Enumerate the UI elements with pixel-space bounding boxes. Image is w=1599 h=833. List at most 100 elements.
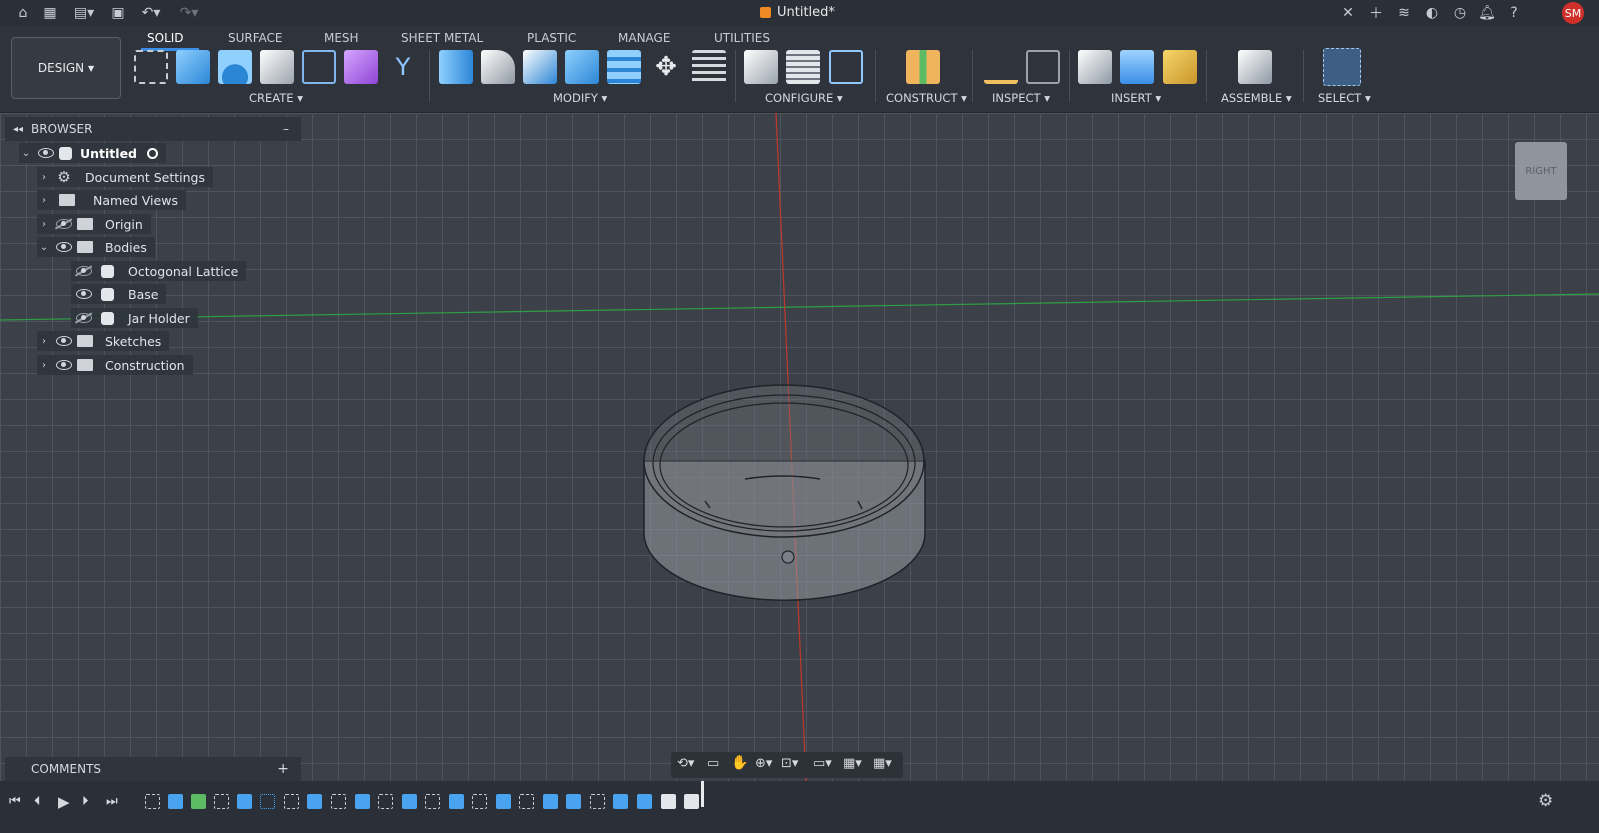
data-panel-icon[interactable]: ≋: [1394, 3, 1414, 23]
browser-item-octogonal-lattice[interactable]: Octogonal Lattice: [71, 261, 247, 281]
timeline-extrude-feature[interactable]: [168, 794, 183, 809]
close-tab-icon[interactable]: ✕: [1338, 3, 1358, 23]
pattern-icon[interactable]: [302, 50, 336, 84]
timeline-extrude-feature[interactable]: [637, 794, 652, 809]
file-menu-icon[interactable]: ▤▾: [70, 3, 98, 23]
configure-menu[interactable]: CONFIGURE ▾: [765, 91, 843, 105]
offset-face-icon[interactable]: [607, 50, 641, 84]
viewports-icon[interactable]: ▦▾: [873, 756, 892, 771]
offset-plane-icon[interactable]: [906, 50, 940, 84]
browser-item-bodies[interactable]: ⌄ Bodies: [37, 237, 155, 257]
timeline-pattern-feature[interactable]: [260, 794, 275, 809]
go-to-start-icon[interactable]: ⏮: [9, 794, 21, 809]
expand-chevron-icon[interactable]: ›: [37, 219, 51, 230]
timeline-sketch-feature[interactable]: [214, 794, 229, 809]
tab-utilities[interactable]: UTILITIES: [714, 31, 770, 45]
hole-icon[interactable]: [260, 50, 294, 84]
assemble-menu[interactable]: ASSEMBLE ▾: [1221, 91, 1292, 105]
construct-menu[interactable]: CONSTRUCT ▾: [886, 91, 967, 105]
job-status-icon[interactable]: ◷: [1450, 3, 1470, 23]
redo-icon[interactable]: ↷▾: [175, 3, 203, 23]
timeline-plane-feature[interactable]: [191, 794, 206, 809]
visibility-hidden-icon[interactable]: [76, 266, 92, 276]
timeline-body-feature[interactable]: [661, 794, 676, 809]
tab-sheet-metal[interactable]: SHEET METAL: [401, 31, 483, 45]
play-icon[interactable]: ▶: [58, 793, 70, 811]
minimize-panel-icon[interactable]: –: [283, 122, 289, 136]
notifications-bell-icon[interactable]: 🔔︎: [1477, 3, 1497, 23]
shell-icon[interactable]: [523, 50, 557, 84]
modify-menu[interactable]: MODIFY ▾: [553, 91, 607, 105]
timeline-sketch-feature[interactable]: [590, 794, 605, 809]
derive-icon[interactable]: Y: [386, 50, 420, 84]
timeline-body-feature[interactable]: [684, 794, 699, 809]
orbit-icon[interactable]: ⟲▾: [677, 756, 694, 771]
step-forward-icon[interactable]: ⏵: [82, 794, 89, 809]
visibility-hidden-icon[interactable]: [76, 313, 92, 323]
expand-chevron-icon[interactable]: ›: [37, 195, 51, 206]
insert-mesh-icon[interactable]: [1163, 50, 1197, 84]
jar-holder-body[interactable]: [643, 384, 926, 601]
go-to-end-icon[interactable]: ⏭: [106, 794, 118, 809]
move-copy-icon[interactable]: ✥: [649, 50, 683, 84]
visibility-hidden-icon[interactable]: [56, 219, 72, 229]
select-icon[interactable]: [1323, 48, 1361, 86]
timeline-feature[interactable]: [237, 794, 252, 809]
select-menu[interactable]: SELECT ▾: [1318, 91, 1371, 105]
expand-chevron-icon[interactable]: ›: [37, 172, 51, 183]
visibility-eye-icon[interactable]: [38, 148, 54, 158]
fit-icon[interactable]: ⊡▾: [781, 756, 798, 771]
press-pull-icon[interactable]: [439, 50, 473, 84]
display-settings-icon[interactable]: ▭▾: [813, 756, 832, 771]
browser-item-base[interactable]: Base: [71, 284, 167, 304]
fillet-icon[interactable]: [481, 50, 515, 84]
tab-mesh[interactable]: MESH: [324, 31, 359, 45]
new-tab-icon[interactable]: ＋: [1366, 3, 1386, 23]
new-component-icon[interactable]: [1238, 50, 1272, 84]
timeline-marker[interactable]: [701, 781, 704, 807]
grid-settings-icon[interactable]: ▦▾: [843, 756, 862, 771]
extensions-icon[interactable]: ◐: [1422, 3, 1442, 23]
change-parameters-icon[interactable]: [692, 50, 726, 84]
canvas-icon[interactable]: [1120, 50, 1154, 84]
measure-icon[interactable]: [984, 50, 1018, 84]
timeline-extrude-feature[interactable]: [566, 794, 581, 809]
timeline-sketch-feature[interactable]: [284, 794, 299, 809]
timeline-extrude-feature[interactable]: [613, 794, 628, 809]
expand-chevron-icon[interactable]: ›: [37, 336, 51, 347]
browser-item-origin[interactable]: › Origin: [37, 214, 151, 234]
timeline-sketch-feature[interactable]: [378, 794, 393, 809]
browser-item-construction[interactable]: › Construction: [37, 355, 193, 375]
comments-panel-header[interactable]: COMMENTS +: [5, 757, 301, 781]
inspect-menu[interactable]: INSPECT ▾: [992, 91, 1050, 105]
workspace-switcher-button[interactable]: DESIGN ▼: [11, 37, 121, 99]
canvas-viewport[interactable]: [0, 113, 1599, 781]
extrude-icon[interactable]: [176, 50, 210, 84]
save-icon[interactable]: ▣: [108, 3, 128, 23]
collapse-chevron-icon[interactable]: ⌄: [37, 242, 51, 253]
add-comment-icon[interactable]: +: [277, 761, 289, 777]
timeline-sketch-feature[interactable]: [472, 794, 487, 809]
create-sketch-icon[interactable]: [134, 50, 168, 84]
timeline-settings-gear-icon[interactable]: ⚙: [1538, 791, 1553, 811]
home-icon[interactable]: ⌂: [13, 3, 33, 23]
pan-icon[interactable]: ✋: [731, 755, 748, 771]
expand-chevron-icon[interactable]: ›: [37, 360, 51, 371]
timeline-extrude-feature[interactable]: [449, 794, 464, 809]
browser-item-named-views[interactable]: › Named Views: [37, 190, 186, 210]
tab-manage[interactable]: MANAGE: [618, 31, 670, 45]
timeline-sketch-feature[interactable]: [145, 794, 160, 809]
create-menu[interactable]: CREATE ▾: [249, 91, 303, 105]
view-cube[interactable]: RIGHT: [1515, 142, 1567, 200]
active-radio-icon[interactable]: [147, 147, 158, 159]
zoom-icon[interactable]: ⊕▾: [755, 756, 772, 771]
timeline-sketch-feature[interactable]: [331, 794, 346, 809]
timeline-extrude-feature[interactable]: [307, 794, 322, 809]
browser-root-row[interactable]: ⌄ Untitled: [19, 143, 166, 163]
browser-item-sketches[interactable]: › Sketches: [37, 331, 170, 351]
timeline-sketch-feature[interactable]: [519, 794, 534, 809]
timeline-sketch-feature[interactable]: [425, 794, 440, 809]
visibility-eye-icon[interactable]: [56, 360, 72, 370]
combine-icon[interactable]: [565, 50, 599, 84]
help-icon[interactable]: ?: [1504, 3, 1524, 23]
